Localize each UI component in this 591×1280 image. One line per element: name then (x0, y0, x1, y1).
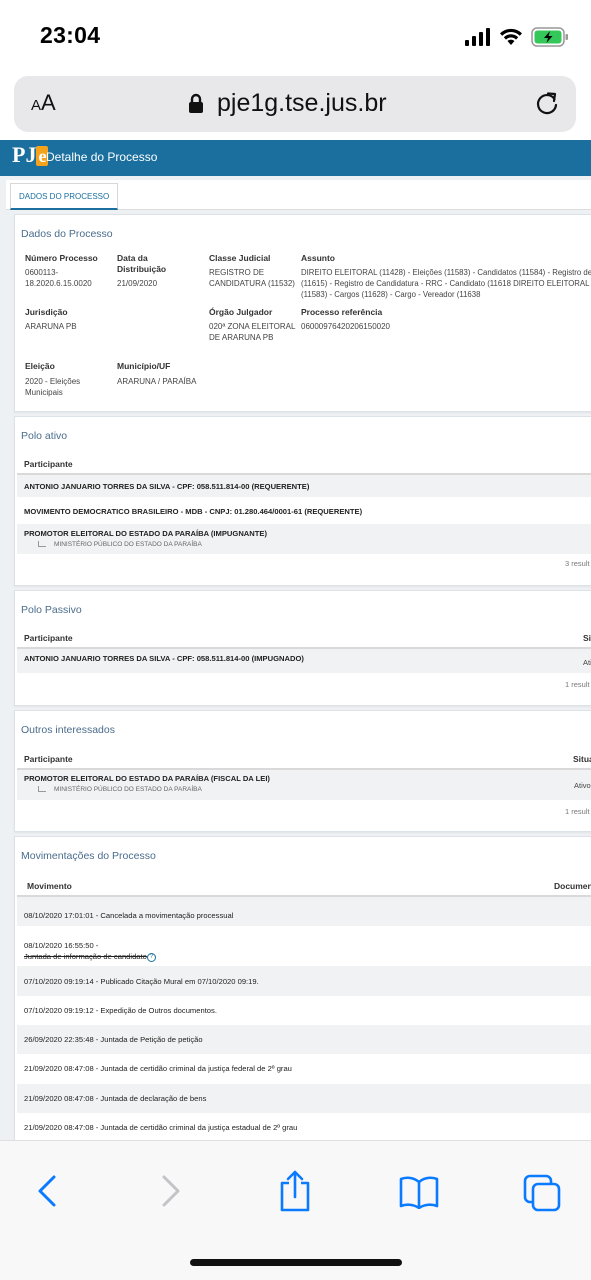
col-movimento: Movimento (27, 881, 72, 891)
forward-icon[interactable] (158, 1171, 182, 1211)
results-count: 1 result (565, 680, 590, 689)
tabs-icon[interactable] (522, 1173, 562, 1213)
col-participante: Participante (24, 633, 73, 643)
panel-movimentacoes: Movimentações do Processo Movimento Docu… (14, 836, 591, 1140)
value-orgao-julgador: 020ª ZONA ELEITORAL DE ARARUNA PB (209, 322, 296, 342)
table-row: ANTONIO JANUARIO TORRES DA SILVA - CPF: … (17, 475, 591, 497)
movement-row: 26/09/2020 22:35:48 - Juntada de Petição… (17, 1025, 591, 1054)
pje-header: PJ e Detalhe do Processo (0, 140, 591, 176)
value-classe-judicial: REGISTRO DE CANDIDATURA (11532) (209, 268, 295, 288)
value-data-distribuicao: 21/09/2020 (117, 279, 158, 288)
value-eleicao: 2020 - Eleições Municipais (25, 377, 81, 397)
col-participante: Participante (24, 459, 73, 469)
panel-title-polo-passivo: Polo Passivo (21, 604, 82, 616)
battery-icon (531, 27, 568, 47)
movement-row: 08/10/2020 16:55:50 - Juntada de informa… (17, 926, 591, 966)
table-row: ANTONIO JANUARIO TORRES DA SILVA - CPF: … (17, 649, 591, 673)
col-documento: Documen (554, 881, 591, 891)
page-title: Detalhe do Processo (46, 150, 158, 164)
tree-connector-icon (38, 786, 46, 792)
value-municipio: ARARUNA / PARAÍBA (117, 377, 197, 386)
results-count: 1 result (565, 807, 590, 816)
panel-polo-passivo: Polo Passivo Participante Si ANTONIO JAN… (14, 590, 591, 706)
table-row: PROMOTOR ELEITORAL DO ESTADO DA PARAÍBA … (17, 524, 591, 554)
bookmarks-icon[interactable] (399, 1175, 439, 1209)
tab-strip: DADOS DO PROCESSO (6, 180, 591, 210)
label-orgao-julgador: Órgão Julgador (209, 307, 273, 317)
home-indicator (190, 1259, 402, 1266)
status-icons (465, 26, 569, 48)
panel-title-polo-ativo: Polo ativo (21, 430, 68, 442)
value-assunto: DIREITO ELEITORAL (11428) - Eleições (11… (301, 268, 591, 299)
reload-icon[interactable] (534, 90, 560, 118)
situacao-value: Ativo (574, 781, 591, 790)
movement-row: 07/10/2020 09:19:12 - Expedição de Outro… (24, 1006, 217, 1015)
movement-row: 08/10/2020 17:01:01 - Cancelada a movime… (17, 897, 591, 926)
aa-big-label: A (41, 90, 56, 115)
wifi-icon (500, 28, 522, 45)
col-participante: Participante (24, 754, 73, 764)
movement-row: 21/09/2020 08:47:08 - Juntada de certidã… (24, 1123, 298, 1132)
movement-row: 21/09/2020 08:47:08 - Juntada de declara… (17, 1084, 591, 1113)
pje-logo: PJ e (12, 142, 49, 167)
label-municipio: Município/UF (117, 361, 171, 371)
aa-small-label: A (31, 97, 42, 114)
label-numero-processo: Número Processo (25, 253, 98, 263)
tree-connector-icon (38, 541, 46, 547)
label-data-distribuicao: Data da Distribuição (117, 253, 167, 274)
table-row: MOVIMENTO DEMOCRATICO BRASILEIRO - MDB -… (24, 507, 363, 516)
label-processo-referencia: Processo referência (301, 307, 383, 317)
lock-icon (189, 93, 203, 113)
signal-icon (465, 28, 490, 46)
reader-settings-button[interactable]: AA (31, 90, 56, 116)
label-eleicao: Eleição (25, 361, 55, 371)
label-jurisdicao: Jurisdição (25, 307, 68, 317)
share-icon[interactable] (277, 1169, 313, 1213)
web-content[interactable]: PJ e Detalhe do Processo DADOS DO PROCESS… (0, 140, 591, 1140)
table-row: PROMOTOR ELEITORAL DO ESTADO DA PARAÍBA … (17, 770, 591, 800)
tab-dados-do-processo[interactable]: DADOS DO PROCESSO (10, 183, 119, 210)
help-icon[interactable]: ? (146, 952, 156, 962)
value-numero-processo: 0600113- 18.2020.6.15.0020 (25, 268, 92, 288)
label-assunto: Assunto (301, 253, 335, 263)
panel-dados-processo: Dados do Processo Número Processo 060011… (14, 214, 591, 412)
value-processo-referencia[interactable]: 06000976420206150020 (301, 321, 390, 332)
status-time: 23:04 (40, 22, 101, 48)
url-text[interactable]: pje1g.tse.jus.br (217, 89, 387, 118)
back-icon[interactable] (34, 1171, 58, 1211)
movement-row: 07/10/2020 09:19:14 - Publicado Citação … (17, 966, 591, 996)
results-count: 3 result (565, 559, 590, 568)
panel-polo-ativo: Polo ativo Participante ANTONIO JANUARIO… (14, 416, 591, 586)
col-situacao: Situa (573, 754, 591, 764)
status-bar: 23:04 (0, 0, 591, 72)
panel-title-movimentacoes: Movimentações do Processo (21, 850, 156, 862)
col-situacao: Si (583, 633, 591, 643)
situacao-value: Ati (583, 658, 591, 667)
panel-title-outros: Outros interessados (21, 724, 115, 736)
panel-title-dados: Dados do Processo (21, 228, 113, 240)
movement-row: 21/09/2020 08:47:08 - Juntada de certidã… (24, 1064, 292, 1073)
address-bar[interactable]: AA pje1g.tse.jus.br (14, 76, 576, 132)
panel-outros-interessados: Outros interessados Participante Situa P… (14, 710, 591, 832)
label-classe-judicial: Classe Judicial (209, 253, 271, 263)
value-jurisdicao: ARARUNA PB (25, 322, 77, 331)
